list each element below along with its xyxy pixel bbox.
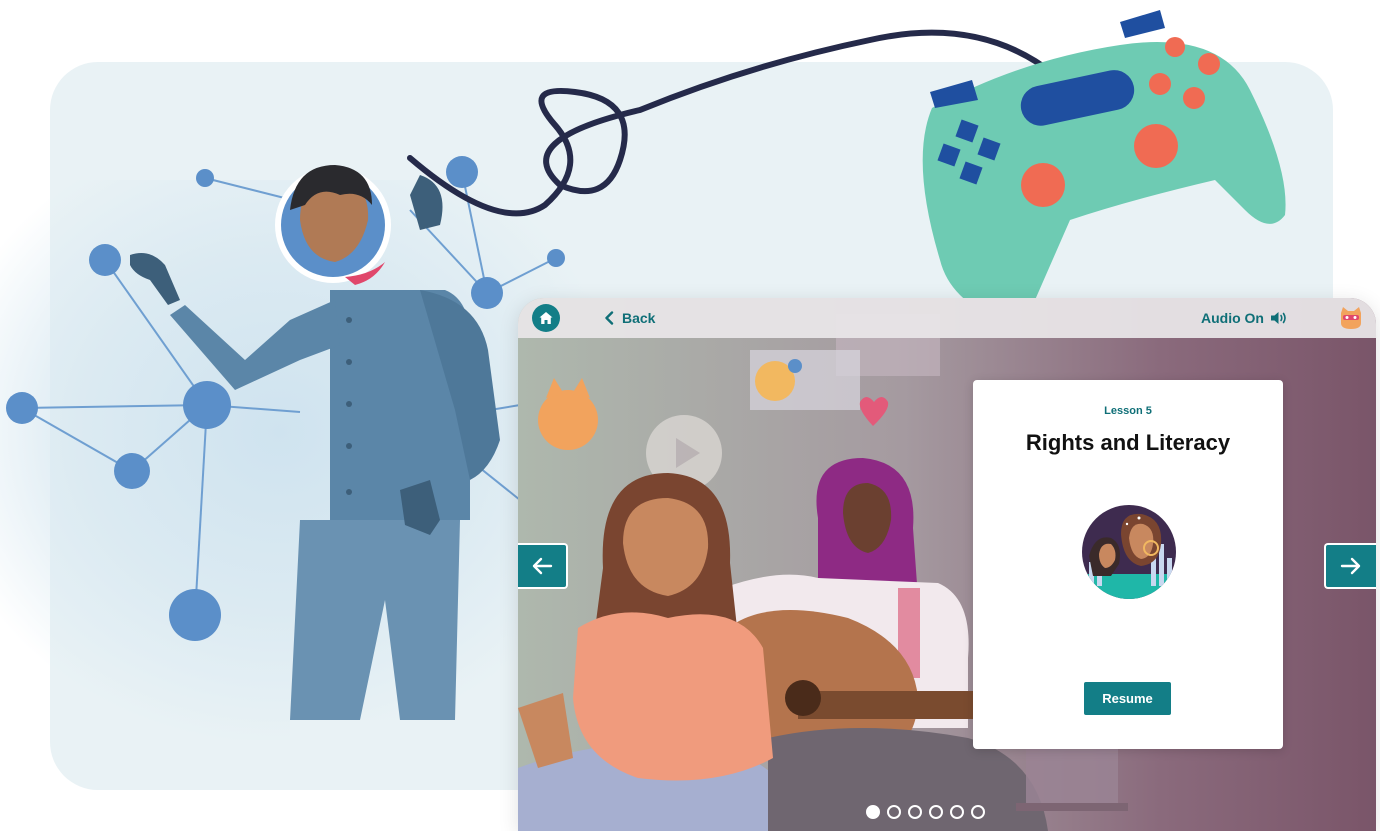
- arrow-right-icon: [1340, 557, 1361, 575]
- stage: Back Audio On Lesson 5 Rights and Litera…: [0, 0, 1380, 831]
- pagination-dot-5[interactable]: [950, 805, 964, 819]
- lesson-number: Lesson 5: [1104, 405, 1152, 417]
- pagination-dot-1[interactable]: [866, 805, 880, 819]
- game-controller-illustration: [922, 10, 1286, 320]
- pagination-dot-4[interactable]: [929, 805, 943, 819]
- resume-button[interactable]: Resume: [1084, 682, 1171, 715]
- chevron-left-icon: [605, 311, 614, 325]
- lesson-thumbnail: [1082, 505, 1176, 599]
- speaker-icon: [1271, 312, 1286, 324]
- slide-pagination: [866, 805, 985, 819]
- back-button[interactable]: Back: [604, 308, 655, 328]
- cat-avatar-icon: [1341, 307, 1361, 329]
- home-button[interactable]: [532, 304, 560, 332]
- pagination-dot-6[interactable]: [971, 805, 985, 819]
- pagination-dot-2[interactable]: [887, 805, 901, 819]
- back-label: Back: [622, 310, 656, 326]
- figure-illustration: [130, 165, 500, 750]
- profile-avatar[interactable]: [1338, 305, 1364, 331]
- lesson-app-window: Back Audio On Lesson 5 Rights and Litera…: [518, 298, 1376, 831]
- next-button[interactable]: [1324, 543, 1376, 589]
- lesson-title: Rights and Literacy: [1025, 430, 1231, 455]
- top-bar: Back Audio On: [518, 298, 1376, 338]
- audio-label: Audio On: [1201, 310, 1264, 326]
- audio-toggle[interactable]: Audio On: [1201, 308, 1288, 328]
- home-icon: [539, 312, 553, 324]
- arrow-left-icon: [532, 557, 553, 575]
- lesson-card: Lesson 5 Rights and Literacy Resume: [973, 380, 1283, 749]
- previous-button[interactable]: [518, 543, 568, 589]
- pagination-dot-3[interactable]: [908, 805, 922, 819]
